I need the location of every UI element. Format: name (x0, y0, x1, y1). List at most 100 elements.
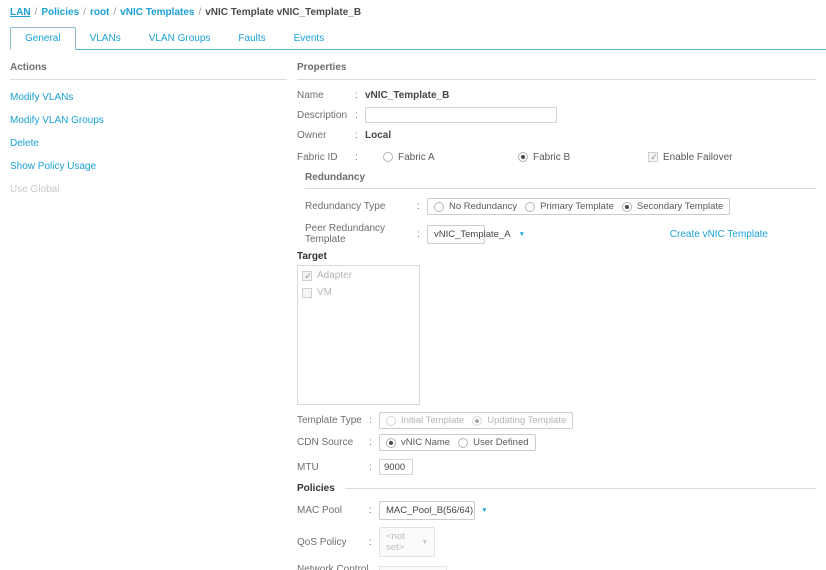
enable-failover-option[interactable]: Enable Failover (648, 152, 732, 163)
breadcrumb-policies[interactable]: Policies (41, 7, 79, 18)
colon (355, 152, 365, 163)
template-type-row: Template Type Initial Template Updating … (297, 412, 816, 429)
colon (355, 130, 365, 141)
description-input[interactable] (365, 107, 557, 123)
mac-pool-row: MAC Pool MAC_Pool_B(56/64) ▼ (297, 501, 816, 520)
redundancy-type-group: No Redundancy Primary Template Secondary… (427, 198, 731, 215)
tab-events[interactable]: Events (280, 28, 339, 49)
tab-general[interactable]: General (10, 27, 76, 50)
properties-panel: Properties Name vNIC_Template_B Descript… (297, 62, 816, 570)
target-vm-label: VM (317, 287, 332, 298)
chevron-down-icon: ▼ (421, 538, 428, 546)
peer-redundancy-template-row: Peer Redundancy Template vNIC_Template_A… (305, 223, 816, 245)
breadcrumb-current: vNIC Template vNIC_Template_B (205, 7, 362, 18)
tab-faults[interactable]: Faults (224, 28, 279, 49)
mac-pool-value: MAC_Pool_B(56/64) (386, 505, 474, 516)
cdn-source-group: vNIC Name User Defined (379, 434, 536, 451)
general-tab-content: Actions Modify VLANs Modify VLAN Groups … (0, 50, 826, 570)
breadcrumb-vnic-templates[interactable]: vNIC Templates (120, 7, 194, 18)
target-adapter-label: Adapter (317, 270, 353, 281)
fabric-b-label: Fabric B (533, 151, 571, 163)
name-value: vNIC_Template_B (365, 89, 450, 101)
fabric-id-row: Fabric ID Fabric A Fabric B Enable Failo… (297, 150, 816, 164)
fabric-b-option[interactable]: Fabric B (518, 152, 648, 163)
description-row: Description (297, 107, 816, 123)
colon (369, 415, 379, 426)
updating-template-option: Updating Template (472, 415, 566, 426)
fabric-a-option[interactable]: Fabric A (383, 152, 518, 163)
radio-icon (525, 201, 536, 212)
cdn-source-label: CDN Source (297, 437, 354, 448)
colon (355, 110, 365, 121)
colon (369, 437, 379, 448)
tab-vlan-groups[interactable]: VLAN Groups (135, 28, 225, 49)
radio-icon (518, 152, 528, 162)
description-label: Description (297, 109, 348, 121)
tab-bar: General VLANs VLAN Groups Faults Events (10, 27, 826, 50)
mac-pool-dropdown[interactable]: MAC_Pool_B(56/64) ▼ (379, 501, 488, 520)
properties-header: Properties (297, 62, 816, 80)
owner-value: Local (365, 129, 392, 141)
action-delete[interactable]: Delete (10, 138, 287, 149)
owner-row: Owner Local (297, 128, 816, 142)
cdn-source-row: CDN Source vNIC Name User Defined (297, 434, 816, 451)
initial-template-label: Initial Template (401, 415, 465, 426)
secondary-template-option[interactable]: Secondary Template (621, 201, 724, 212)
radio-icon (458, 437, 469, 448)
colon (369, 537, 379, 548)
breadcrumb: LAN Policies root vNIC Templates vNIC Templa… (0, 0, 826, 21)
action-modify-vlans[interactable]: Modify VLANs (10, 92, 287, 103)
mtu-label: MTU (297, 461, 319, 473)
radio-icon (434, 201, 444, 212)
actions-header: Actions (10, 62, 287, 80)
vnic-name-label: vNIC Name (401, 437, 451, 448)
target-listbox[interactable]: Adapter VM (297, 265, 420, 405)
updating-template-label: Updating Template (487, 415, 567, 426)
no-redundancy-option[interactable]: No Redundancy (434, 201, 517, 212)
primary-template-option[interactable]: Primary Template (525, 201, 614, 212)
chevron-down-icon: ▼ (481, 507, 488, 514)
template-type-label: Template Type (297, 415, 362, 426)
redundancy-type-label: Redundancy Type (305, 201, 386, 212)
action-show-policy-usage[interactable]: Show Policy Usage (10, 161, 287, 172)
breadcrumb-root[interactable]: root (90, 7, 109, 18)
breadcrumb-separator (35, 7, 38, 18)
radio-icon (621, 201, 632, 212)
breadcrumb-separator (113, 7, 116, 18)
redundancy-header: Redundancy (305, 172, 816, 189)
checkbox-icon (302, 287, 312, 298)
template-type-group: Initial Template Updating Template (379, 412, 574, 429)
owner-label: Owner (297, 129, 327, 141)
no-redundancy-label: No Redundancy (449, 201, 518, 212)
divider (344, 488, 816, 489)
radio-icon (386, 415, 396, 426)
chevron-down-icon: ▼ (518, 230, 525, 238)
peer-redundancy-template-label: Peer Redundancy Template (305, 223, 386, 245)
colon (417, 229, 427, 240)
redundancy-type-row: Redundancy Type No Redundancy Primary Te… (305, 198, 816, 215)
breadcrumb-separator (198, 7, 201, 18)
user-defined-option[interactable]: User Defined (458, 437, 529, 448)
vnic-name-option[interactable]: vNIC Name (386, 437, 450, 448)
breadcrumb-lan[interactable]: LAN (10, 7, 31, 18)
colon (369, 462, 379, 473)
fabric-id-label: Fabric ID (297, 151, 338, 163)
target-title: Target (297, 251, 327, 262)
action-modify-vlan-groups[interactable]: Modify VLAN Groups (10, 115, 287, 126)
mtu-row: MTU (297, 459, 816, 475)
user-defined-label: User Defined (473, 437, 529, 448)
policies-title: Policies (297, 483, 335, 494)
mtu-input[interactable] (379, 459, 413, 475)
tab-vlans[interactable]: VLANs (76, 28, 135, 49)
peer-redundancy-template-dropdown[interactable]: vNIC_Template_A ▼ (427, 224, 525, 244)
radio-icon (383, 152, 393, 162)
secondary-template-label: Secondary Template (636, 201, 724, 212)
target-item-adapter[interactable]: Adapter (298, 266, 419, 283)
primary-template-label: Primary Template (540, 201, 614, 212)
action-use-global: Use Global (10, 184, 60, 195)
target-item-vm[interactable]: VM (298, 283, 419, 300)
qos-policy-value: <not set> (386, 531, 405, 553)
redundancy-section: Redundancy Redundancy Type No Redundancy… (305, 172, 816, 245)
qos-policy-label: QoS Policy (297, 536, 347, 548)
create-vnic-template-link[interactable]: Create vNIC Template (670, 229, 768, 240)
